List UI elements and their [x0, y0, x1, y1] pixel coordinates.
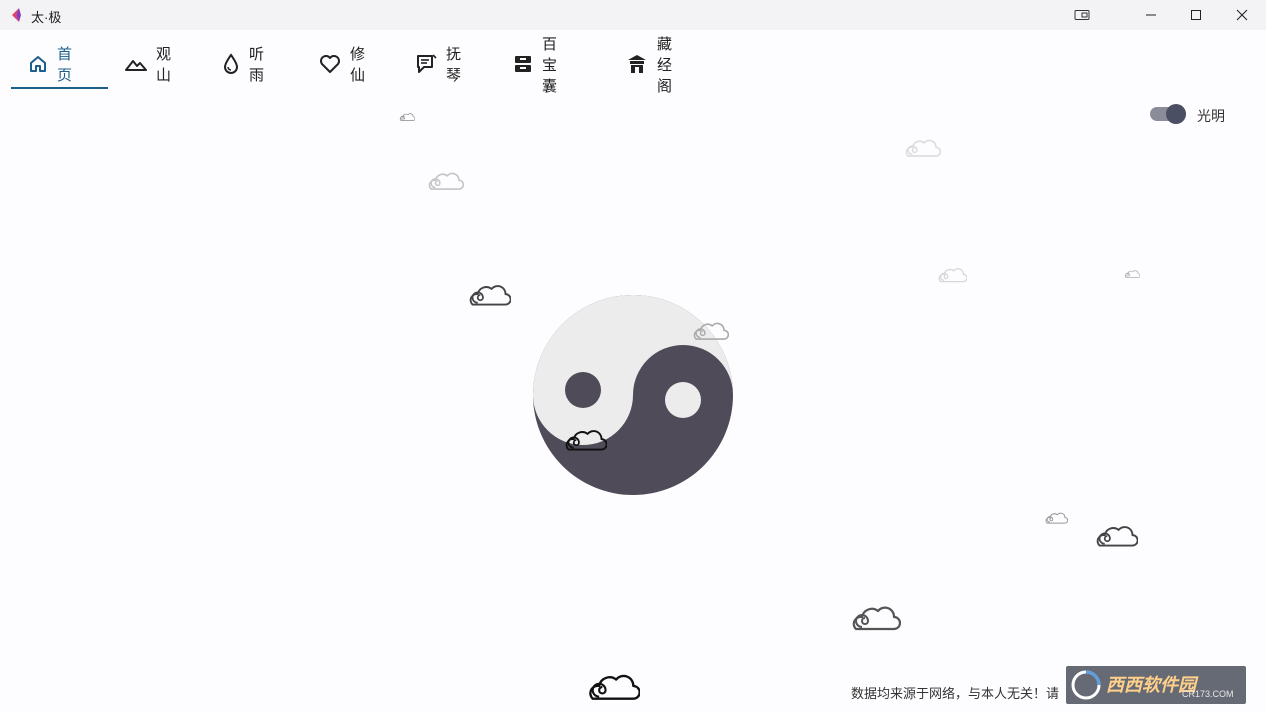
tab-home[interactable]: 首页: [28, 41, 75, 87]
minimize-icon: [1146, 14, 1156, 16]
watermark-icon: [1071, 670, 1101, 700]
compact-overlay-button[interactable]: [1059, 0, 1105, 30]
tab-qin-label: 抚琴: [446, 46, 462, 84]
close-icon: [1236, 9, 1248, 21]
cloud-icon: [589, 674, 640, 700]
cloud-icon: [905, 139, 941, 157]
mountain-icon: [125, 53, 147, 75]
tab-mountain-label: 观山: [156, 46, 172, 84]
cloud-icon: [1124, 270, 1140, 278]
tab-cultivate[interactable]: 修仙: [319, 41, 366, 87]
tab-mountain[interactable]: 观山: [125, 41, 172, 87]
minimize-button[interactable]: [1128, 0, 1174, 30]
theme-toggle[interactable]: [1150, 104, 1186, 124]
footer-disclaimer: 数据均来源于网络，与本人无关！请: [851, 686, 1060, 701]
compact-overlay-icon: [1074, 10, 1090, 20]
tab-cultivate-label: 修仙: [350, 46, 366, 84]
cloud-icon: [852, 606, 901, 631]
tab-rain-label: 听雨: [249, 46, 265, 84]
title-bar: 太·极: [0, 0, 1266, 30]
pavilion-icon: [626, 53, 648, 75]
window-title: 太·极: [31, 10, 62, 25]
watermark-logo: 西西软件园 CR173.COM: [1066, 666, 1246, 704]
cloud-icon: [469, 285, 511, 306]
maximize-icon: [1191, 10, 1201, 20]
drop-icon: [222, 53, 240, 75]
note-icon: [415, 53, 437, 75]
cloud-icon: [428, 172, 464, 190]
tab-treasure[interactable]: 百宝囊: [513, 36, 560, 95]
cloud-icon: [399, 113, 415, 121]
cloud-icon: [938, 268, 967, 283]
app-logo-icon: [12, 8, 21, 22]
tab-library-label: 藏经阁: [657, 35, 673, 95]
cloud-icon: [1045, 512, 1068, 524]
heart-icon: [319, 53, 341, 75]
tab-library[interactable]: 藏经阁: [626, 36, 673, 95]
tab-qin[interactable]: 抚琴: [415, 41, 462, 87]
watermark-site: CR173.COM: [1182, 689, 1234, 699]
tab-home-label: 首页: [57, 46, 73, 84]
tab-treasure-label: 百宝囊: [542, 35, 558, 95]
taiji-symbol[interactable]: [533, 295, 733, 495]
box-icon: [513, 53, 533, 75]
maximize-button[interactable]: [1173, 0, 1219, 30]
close-button[interactable]: [1219, 0, 1265, 30]
active-tab-indicator: [11, 87, 108, 89]
home-icon: [28, 53, 48, 75]
theme-toggle-label: 光明: [1197, 108, 1225, 124]
cloud-icon: [1096, 526, 1138, 547]
tab-rain[interactable]: 听雨: [222, 41, 269, 87]
toggle-knob: [1166, 104, 1186, 124]
